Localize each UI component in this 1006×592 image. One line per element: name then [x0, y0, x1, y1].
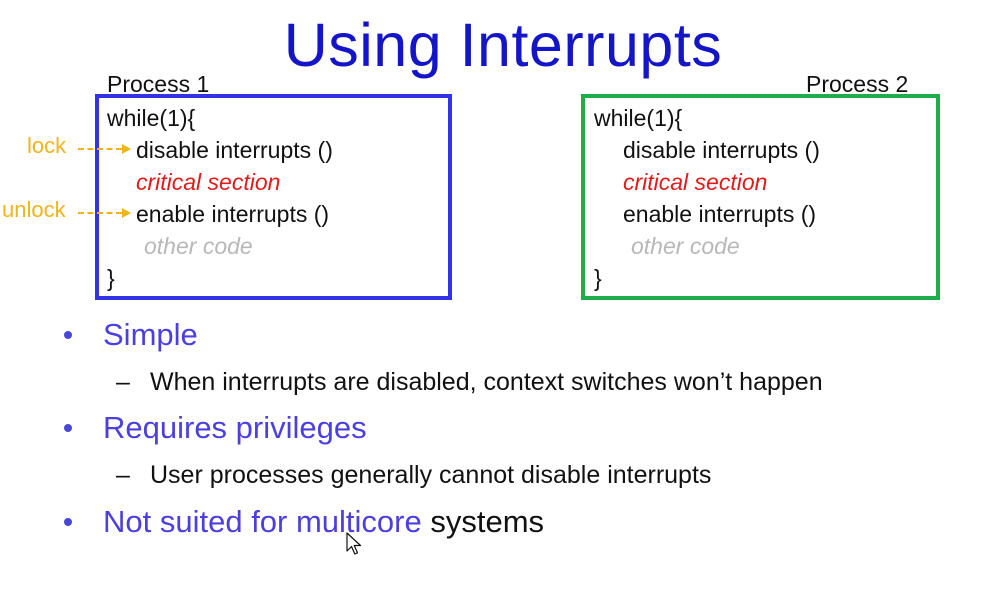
unlock-annotation: unlock	[2, 197, 66, 222]
bullet-not-suited-multicore: Not suited for multicore systems	[103, 504, 544, 540]
sub-bullet-user-processes: User processes generally cannot disable …	[150, 461, 712, 489]
bullet-requires-privileges: Requires privileges	[103, 410, 367, 445]
bullet-dot-icon	[64, 518, 72, 526]
lock-arrow-head-icon	[122, 144, 131, 154]
unlock-arrow-head-icon	[122, 208, 131, 218]
slide: Using Interrupts Process 1 Process 2 whi…	[0, 0, 1006, 592]
bullet-not-suited-main: Not suited for multicore	[103, 504, 422, 539]
bullet-dot-icon	[64, 424, 72, 432]
bullet-not-suited-suffix: systems	[421, 504, 545, 539]
process-1-enable-line: enable interrupts ()	[136, 201, 330, 227]
sub-bullet-context-switches: When interrupts are disabled, context sw…	[150, 368, 823, 396]
slide-title: Using Interrupts	[283, 11, 723, 79]
mouse-pointer-icon	[346, 532, 362, 555]
bullet-simple: Simple	[103, 317, 198, 352]
lock-arrow	[78, 148, 122, 150]
sub-bullet-dash: –	[116, 461, 130, 489]
process-1-close-brace: }	[107, 265, 115, 291]
bullet-dot-icon	[64, 331, 72, 339]
process-1-critical-section: critical section	[136, 169, 281, 195]
process-2-while-line: while(1){	[594, 105, 683, 131]
process-2-other-code: other code	[631, 233, 740, 259]
sub-bullet-dash: –	[116, 368, 130, 396]
unlock-arrow	[78, 212, 122, 214]
process-1-disable-line: disable interrupts ()	[136, 137, 333, 163]
process-2-disable-line: disable interrupts ()	[623, 137, 820, 163]
process-2-close-brace: }	[594, 265, 602, 291]
process-1-while-line: while(1){	[107, 105, 196, 131]
lock-annotation: lock	[27, 133, 67, 158]
process-1-other-code: other code	[144, 233, 253, 259]
process-2-enable-line: enable interrupts ()	[623, 201, 817, 227]
process-2-critical-section: critical section	[623, 169, 768, 195]
